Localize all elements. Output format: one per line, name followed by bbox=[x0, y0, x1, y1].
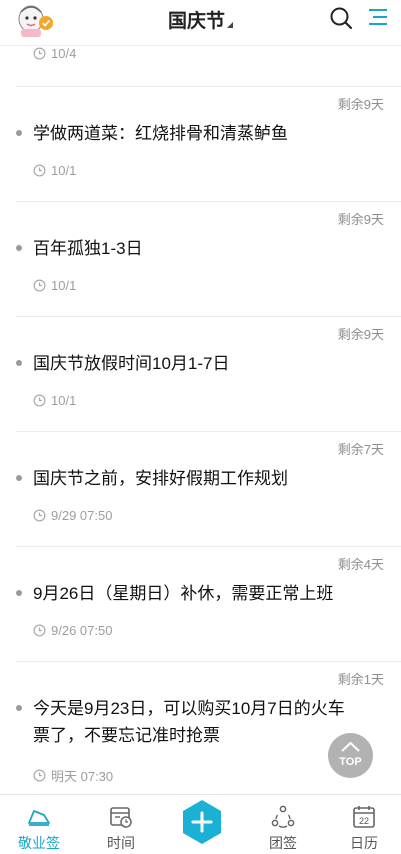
note-icon bbox=[28, 810, 50, 826]
clock-icon bbox=[33, 624, 46, 637]
bullet bbox=[16, 705, 22, 711]
time-text: 10/1 bbox=[51, 278, 77, 293]
remaining-days: 剩余9天 bbox=[337, 327, 384, 342]
task-text: 9月26日（星期日）补休，需要正常上班 bbox=[33, 584, 334, 603]
tab-calendar[interactable]: 22 日历 bbox=[334, 795, 394, 854]
tab-jingyeqian[interactable]: 敬业签 bbox=[9, 795, 69, 854]
back-to-top-icon bbox=[341, 741, 360, 752]
caret-down-icon bbox=[227, 22, 233, 28]
tab-label: 时间 bbox=[107, 835, 135, 851]
add-icon bbox=[183, 800, 221, 844]
calendar-icon: 22 bbox=[353, 806, 375, 828]
bullet bbox=[16, 590, 22, 596]
clock-icon bbox=[33, 164, 46, 177]
reminder-time: 9/26 07:50 bbox=[33, 623, 112, 638]
menu-icon[interactable] bbox=[367, 6, 389, 28]
clock-icon bbox=[33, 47, 46, 60]
clock-icon bbox=[33, 509, 46, 522]
list-item[interactable]: 剩余9天 学做两道菜：红烧排骨和清蒸鲈鱼 10/1 bbox=[0, 87, 401, 202]
clock-icon bbox=[33, 279, 46, 292]
back-to-top-button[interactable]: TOP bbox=[328, 733, 373, 778]
top-label: TOP bbox=[339, 756, 362, 768]
remaining-days: 剩余9天 bbox=[337, 212, 384, 227]
reminder-time: 10/1 bbox=[33, 163, 76, 178]
task-text: 学做两道菜：红烧排骨和清蒸鲈鱼 bbox=[33, 124, 288, 143]
tab-time[interactable]: 时间 bbox=[91, 795, 151, 854]
time-text: 9/29 07:50 bbox=[51, 508, 113, 523]
reminder-time: 10/1 bbox=[33, 278, 76, 293]
remaining-days: 剩余9天 bbox=[337, 97, 384, 112]
search-icon[interactable] bbox=[329, 6, 353, 30]
list-item[interactable]: 剩余4天 9月26日（星期日）补休，需要正常上班 9/26 07:50 bbox=[0, 547, 401, 662]
tab-team[interactable]: 团签 bbox=[253, 795, 313, 854]
reminder-time: 10/4 bbox=[33, 46, 76, 61]
list-item[interactable]: 剩余7天 国庆节之前，安排好假期工作规划 9/29 07:50 bbox=[0, 432, 401, 547]
time-text: 10/1 bbox=[51, 393, 77, 408]
task-list: 10/4 剩余9天 学做两道菜：红烧排骨和清蒸鲈鱼 10/1 剩余9天 百年孤独… bbox=[0, 46, 401, 794]
page-title: 国庆节 bbox=[167, 11, 225, 32]
bullet bbox=[16, 130, 22, 136]
task-text: 百年孤独1-3日 bbox=[33, 239, 143, 258]
bullet bbox=[16, 475, 22, 481]
calendar-day-number: 22 bbox=[359, 816, 369, 826]
time-text: 明天 07:30 bbox=[51, 769, 114, 784]
tab-label: 团签 bbox=[269, 835, 297, 851]
time-text: 9/26 07:50 bbox=[51, 623, 113, 638]
reminder-time: 10/1 bbox=[33, 393, 76, 408]
clock-icon bbox=[33, 769, 46, 782]
app-header: 国庆节 bbox=[0, 0, 401, 46]
list-item[interactable]: 10/4 bbox=[0, 46, 401, 87]
time-text: 10/4 bbox=[51, 46, 77, 61]
bottom-tab-bar: 敬业签 时间 团签 22 日历 bbox=[0, 794, 401, 854]
bullet bbox=[16, 245, 22, 251]
tab-label: 日历 bbox=[350, 835, 378, 851]
clock-icon bbox=[33, 394, 46, 407]
list-item[interactable]: 剩余9天 国庆节放假时间10月1-7日 10/1 bbox=[0, 317, 401, 432]
team-icon bbox=[271, 805, 295, 828]
reminder-time: 明天 07:30 bbox=[33, 766, 113, 785]
add-button[interactable] bbox=[180, 798, 224, 846]
remaining-days: 剩余7天 bbox=[337, 442, 384, 457]
remaining-days: 剩余4天 bbox=[337, 557, 384, 572]
time-text: 10/1 bbox=[51, 163, 77, 178]
schedule-icon bbox=[110, 807, 132, 828]
reminder-time: 9/29 07:50 bbox=[33, 508, 112, 523]
task-text: 国庆节放假时间10月1-7日 bbox=[33, 354, 230, 373]
bullet bbox=[16, 360, 22, 366]
remaining-days: 剩余1天 bbox=[337, 672, 384, 687]
list-item[interactable]: 剩余9天 百年孤独1-3日 10/1 bbox=[0, 202, 401, 317]
task-text: 国庆节之前，安排好假期工作规划 bbox=[33, 469, 288, 488]
tab-label: 敬业签 bbox=[18, 835, 60, 851]
task-text: 今天是9月23日，可以购买10月7日的火车票了，不要忘记准时抢票 bbox=[33, 699, 345, 745]
